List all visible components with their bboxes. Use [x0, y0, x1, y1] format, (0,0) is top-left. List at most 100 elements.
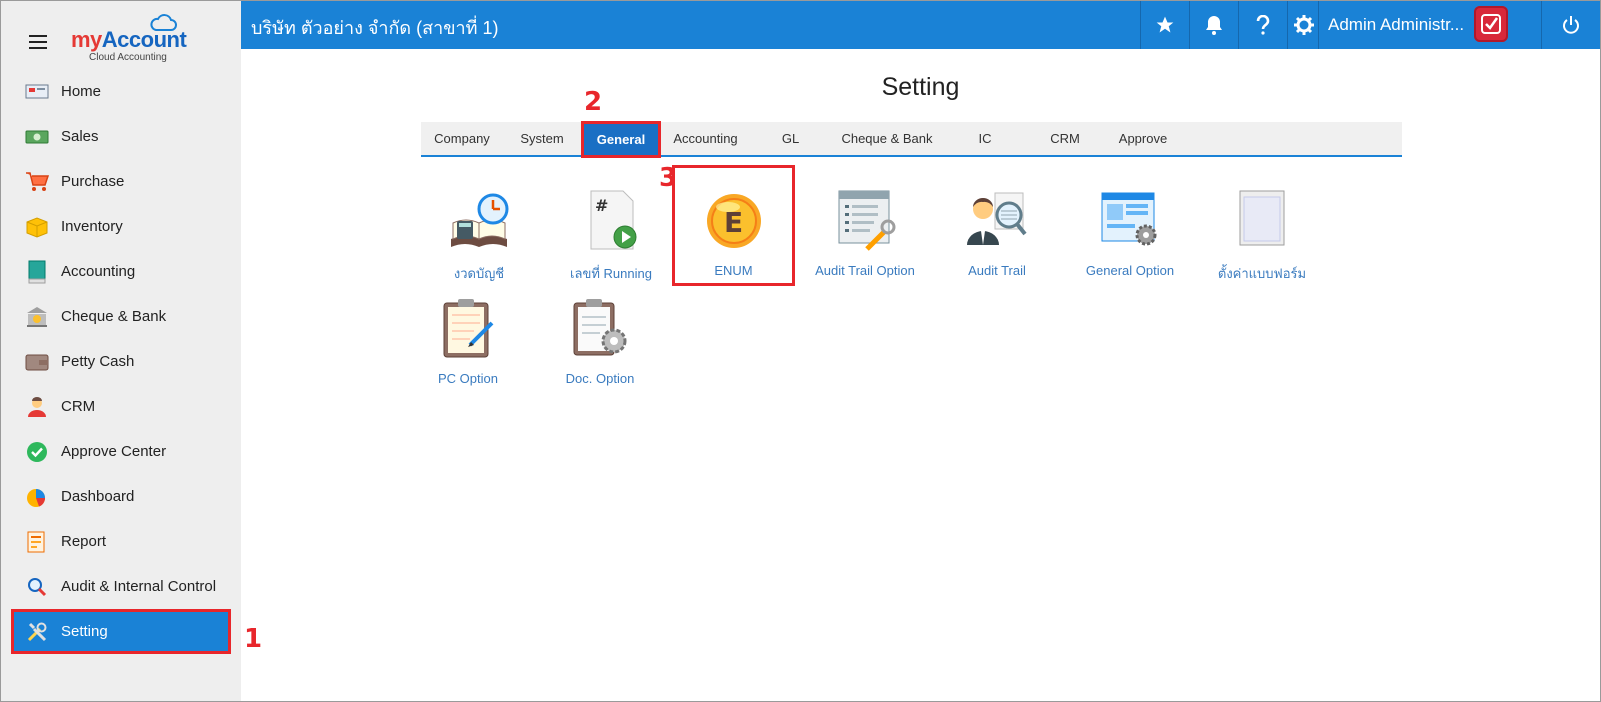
money-icon	[25, 125, 49, 149]
tile-label: ตั้งค่าแบบฟอร์ม	[1217, 266, 1307, 281]
sidebar-item-label: Petty Cash	[61, 353, 135, 370]
tab-ic[interactable]: IC	[943, 122, 1027, 155]
tile-label: เลขที่ Running	[570, 266, 652, 281]
enum-coin-icon: E	[702, 189, 766, 253]
general-option-icon	[1098, 189, 1162, 253]
logo-subtitle: Cloud Accounting	[89, 52, 167, 63]
main-content: Setting 2 Company System General Account…	[241, 49, 1600, 701]
tile-general-option[interactable]: General Option	[1070, 189, 1190, 297]
tile-label: General Option	[1085, 263, 1175, 278]
sidebar-item-dashboard[interactable]: Dashboard	[1, 474, 241, 519]
hamburger-menu-icon[interactable]	[29, 35, 47, 49]
tile-label: Audit Trail	[968, 263, 1026, 278]
wallet-icon	[25, 350, 49, 374]
sidebar-item-label: Cheque & Bank	[61, 308, 167, 325]
tile-audit-trail-option[interactable]: Audit Trail Option	[805, 189, 925, 297]
question-icon	[1256, 15, 1270, 35]
pie-chart-icon	[25, 485, 49, 509]
tab-system[interactable]: System	[503, 122, 581, 155]
tile-label: Doc. Option	[565, 371, 635, 386]
sidebar-item-setting[interactable]: Setting	[11, 609, 231, 654]
tile-label: งวดบัญชี	[453, 266, 505, 281]
notifications-button[interactable]	[1189, 1, 1238, 49]
audit-trail-option-icon	[833, 189, 897, 253]
tile-form-setting[interactable]: ตั้งค่าแบบฟอร์ม	[1202, 189, 1322, 297]
form-setting-icon	[1230, 189, 1294, 253]
sidebar-item-label: Purchase	[61, 173, 125, 190]
tile-label: Audit Trail Option	[815, 263, 915, 278]
pc-option-icon	[436, 297, 500, 361]
step-2-annotation: 2	[584, 87, 603, 117]
sidebar-item-crm[interactable]: CRM	[1, 384, 241, 429]
sidebar-item-label: Inventory	[61, 218, 123, 235]
sidebar: myAccount Cloud Accounting Home Sales Pu…	[1, 1, 241, 701]
sidebar-item-home[interactable]: Home	[1, 69, 241, 114]
settings-tab-bar: Company System General Accounting GL Che…	[421, 121, 1402, 158]
doc-option-icon	[568, 297, 632, 361]
logo-text: myAccount	[71, 27, 187, 52]
sidebar-item-audit-internal-control[interactable]: Audit & Internal Control	[1, 564, 241, 609]
sidebar-item-label: CRM	[61, 398, 96, 415]
tab-crm[interactable]: CRM	[1027, 122, 1103, 155]
sidebar-item-label: Dashboard	[61, 488, 135, 505]
audit-trail-icon	[965, 189, 1029, 253]
sidebar-item-accounting[interactable]: Accounting	[1, 249, 241, 294]
tab-cheque-bank[interactable]: Cheque & Bank	[831, 122, 943, 155]
tile-enum[interactable]: E ENUM	[672, 165, 795, 286]
sidebar-item-label: Sales	[61, 128, 99, 145]
box-icon	[25, 215, 49, 239]
sidebar-nav: Home Sales Purchase Inventory Accounting…	[1, 69, 241, 654]
tab-approve[interactable]: Approve	[1103, 122, 1183, 155]
bell-icon	[1206, 16, 1222, 35]
tile-accounting-period[interactable]: งวดบัญชี	[419, 189, 539, 297]
sidebar-item-purchase[interactable]: Purchase	[1, 159, 241, 204]
check-circle-icon	[25, 440, 49, 464]
star-icon	[1156, 16, 1174, 33]
tools-icon	[25, 620, 49, 644]
sidebar-item-petty-cash[interactable]: Petty Cash	[1, 339, 241, 384]
logout-button[interactable]	[1541, 1, 1600, 49]
tab-gl[interactable]: GL	[750, 122, 831, 155]
calendar-book-icon	[447, 189, 511, 253]
sidebar-item-label: Accounting	[61, 263, 136, 280]
tile-running-number[interactable]: # เลขที่ Running	[551, 189, 671, 297]
myaccount-logo[interactable]: myAccount Cloud Accounting	[71, 13, 187, 65]
book-icon	[25, 260, 49, 284]
sidebar-item-cheque-bank[interactable]: Cheque & Bank	[1, 294, 241, 339]
company-name: บริษัท ตัวอย่าง จำกัด (สาขาที่ 1)	[251, 18, 499, 38]
settings-button[interactable]	[1287, 1, 1319, 49]
security-badge-icon[interactable]	[1474, 6, 1508, 42]
cart-icon	[25, 170, 49, 194]
gear-icon	[1293, 15, 1314, 35]
favorites-button[interactable]	[1140, 1, 1189, 49]
sidebar-item-label: Home	[61, 83, 102, 100]
top-bar: บริษัท ตัวอย่าง จำกัด (สาขาที่ 1) Admin …	[241, 1, 1600, 49]
sidebar-item-label: Audit & Internal Control	[61, 578, 217, 595]
sidebar-item-label: Setting	[61, 623, 108, 640]
sidebar-item-label: Approve Center	[61, 443, 167, 460]
tile-doc-option[interactable]: Doc. Option	[540, 297, 660, 405]
page-title: Setting	[881, 73, 960, 101]
svg-text:E: E	[724, 206, 743, 239]
sidebar-item-label: Report	[61, 533, 107, 550]
tile-audit-trail[interactable]: Audit Trail	[937, 189, 1057, 297]
sidebar-item-inventory[interactable]: Inventory	[1, 204, 241, 249]
help-button[interactable]	[1238, 1, 1287, 49]
svg-text:#: #	[595, 196, 608, 215]
tab-accounting[interactable]: Accounting	[661, 122, 750, 155]
people-icon	[25, 395, 49, 419]
tile-label: ENUM	[714, 263, 753, 278]
tab-general[interactable]: General	[581, 121, 661, 158]
home-icon	[25, 80, 49, 104]
user-name: Admin Administr...	[1328, 15, 1465, 34]
power-icon	[1563, 16, 1579, 34]
magnifier-icon	[25, 575, 49, 599]
running-number-icon: #	[579, 189, 643, 253]
tab-company[interactable]: Company	[421, 122, 503, 155]
sidebar-item-report[interactable]: Report	[1, 519, 241, 564]
tile-pc-option[interactable]: PC Option	[408, 297, 528, 405]
sidebar-item-approve-center[interactable]: Approve Center	[1, 429, 241, 474]
report-icon	[25, 530, 49, 554]
sidebar-item-sales[interactable]: Sales	[1, 114, 241, 159]
tile-label: PC Option	[438, 371, 498, 386]
